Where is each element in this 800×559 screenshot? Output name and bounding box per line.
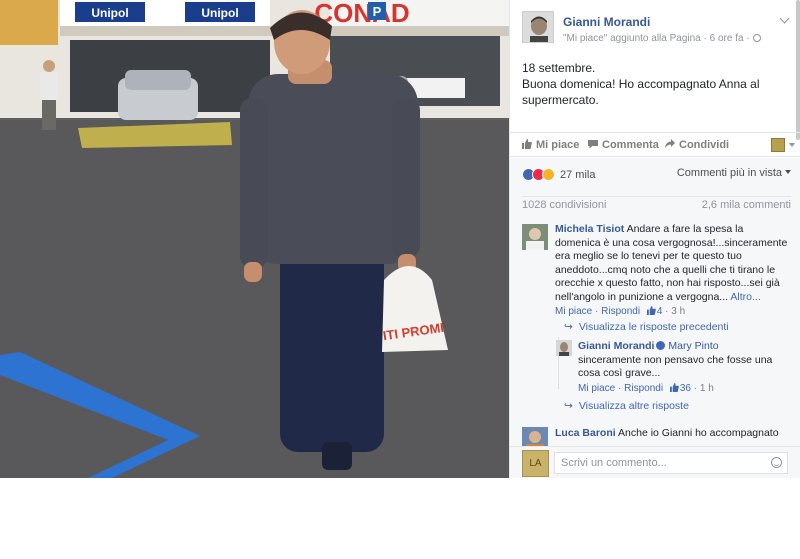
reply-reply-link[interactable]: Rispondi <box>624 383 663 394</box>
sign-unipol-2: Unipol <box>201 6 238 20</box>
reply-actions: Mi piace · Rispondi 36 · 1 h <box>578 382 714 394</box>
commenter-avatar[interactable] <box>522 427 548 446</box>
comment-item: Luca Baroni Anche io Gianni ho accompagn… <box>555 427 791 441</box>
caret-down-icon <box>785 170 791 174</box>
sign-unipol-1: Unipol <box>91 6 128 20</box>
view-more-replies-label: Visualizza altre risposte <box>578 400 689 412</box>
comment-time: 3 h <box>671 306 686 317</box>
shares-count[interactable]: 1028 condivisioni <box>522 199 606 211</box>
view-previous-replies-label: Visualizza le risposte precedenti <box>578 321 729 333</box>
reactions-count: 27 mila <box>560 168 596 181</box>
thumbs-up-icon <box>669 382 679 392</box>
comment-icon <box>588 140 598 149</box>
reply-like-count[interactable]: 36 <box>680 383 691 394</box>
composer-avatar[interactable]: LA <box>522 450 549 477</box>
comment-actions: Mi piace · Rispondi 4 · 3 h <box>555 306 686 317</box>
panel-scrollbar[interactable] <box>796 0 800 140</box>
comment-more-link[interactable]: Altro... <box>730 291 760 303</box>
view-previous-replies[interactable]: ↪ Visualizza le risposte precedenti <box>564 321 729 333</box>
comment-author[interactable]: Luca Baroni <box>555 427 616 439</box>
share-button[interactable]: Condividi <box>665 139 729 151</box>
haha-reaction-icon <box>542 168 555 182</box>
page-avatar-selector[interactable] <box>771 138 785 152</box>
comment-author[interactable]: Michela Tisiot <box>555 223 624 235</box>
chevron-down-icon[interactable] <box>779 13 790 24</box>
reply-arrow-icon: ↪ <box>564 321 573 333</box>
commenter-avatar[interactable] <box>522 224 548 250</box>
reactions-summary[interactable]: 27 mila <box>522 167 596 182</box>
post-header: Gianni Morandi "Mi piace" aggiunto alla … <box>522 11 790 47</box>
post-meta: "Mi piace" aggiunto alla Pagina · 6 ore … <box>563 33 761 44</box>
share-icon <box>665 139 675 149</box>
like-button-label: Mi piace <box>536 139 580 151</box>
author-avatar-icon <box>523 12 553 42</box>
reply-arrow-icon: ↪ <box>564 400 573 412</box>
comment-button[interactable]: Commenta <box>588 139 659 151</box>
post-stats: 27 mila Commenti più in vista 1028 condi… <box>510 158 800 221</box>
post-photo[interactable]: Unipol Unipol CONAD P ITI PROMI <box>0 0 509 478</box>
comment-order-label: Commenti più in vista <box>676 167 782 179</box>
emoji-icon[interactable] <box>771 457 782 468</box>
comments-count[interactable]: 2,6 mila commenti <box>702 199 791 211</box>
caret-down-icon[interactable] <box>789 143 795 147</box>
author-avatar[interactable] <box>522 11 554 43</box>
comment-composer: LA <box>510 446 800 478</box>
post-text-body: Buona domenica! Ho accompagnato Anna al … <box>522 77 760 107</box>
thumbs-up-icon <box>646 306 656 315</box>
post-side-panel: Gianni Morandi "Mi piace" aggiunto alla … <box>509 0 800 478</box>
post-actions-bar: Mi piace Commenta Condividi <box>510 132 800 157</box>
comment-reply-link[interactable]: Rispondi <box>601 306 640 317</box>
reply-mention[interactable]: Mary Pinto <box>668 340 718 352</box>
comment-like-count[interactable]: 4 <box>657 306 663 317</box>
commenter-avatar-icon <box>522 427 548 446</box>
reply-time: 1 h <box>699 382 714 394</box>
comments-list: Michela Tisiot Andare a fare la spesa la… <box>510 221 800 446</box>
comment-item: Michela Tisiot Andare a fare la spesa la… <box>555 223 791 319</box>
post-author-name[interactable]: Gianni Morandi <box>563 15 650 29</box>
photo-canvas: Unipol Unipol CONAD P ITI PROMI <box>0 0 509 478</box>
like-button[interactable]: Mi piace <box>522 139 579 151</box>
comment-input[interactable] <box>554 452 788 474</box>
post-text: 18 settembre. Buona domenica! Ho accompa… <box>522 60 790 108</box>
divider <box>522 196 791 197</box>
post-meta-text: "Mi piace" aggiunto alla Pagina · 6 ore … <box>563 33 750 44</box>
share-button-label: Condividi <box>679 139 730 151</box>
commenter-avatar-icon <box>522 224 548 250</box>
reply-avatar-icon <box>556 340 572 356</box>
thumbs-up-icon <box>522 139 532 149</box>
globe-icon <box>752 34 761 42</box>
comment-button-label: Commenta <box>602 139 659 151</box>
comment-text: Anche io Gianni ho accompagnato <box>618 427 779 439</box>
reply-avatar[interactable] <box>556 340 572 356</box>
sign-parking: P <box>373 4 382 19</box>
comment-like-link[interactable]: Mi piace <box>555 306 592 317</box>
verified-badge-icon <box>656 341 666 350</box>
reply-author[interactable]: Gianni Morandi <box>578 340 654 352</box>
view-more-replies[interactable]: ↪ Visualizza altre risposte <box>564 400 689 412</box>
reply-item: Gianni Morandi Mary Pinto sinceramente no… <box>578 340 790 395</box>
reply-like-link[interactable]: Mi piace <box>578 383 615 394</box>
reply-text: sinceramente non pensavo che fosse una c… <box>578 353 773 380</box>
post-text-date: 18 settembre. <box>522 61 596 75</box>
comment-order-dropdown[interactable]: Commenti più in vista <box>677 167 791 179</box>
